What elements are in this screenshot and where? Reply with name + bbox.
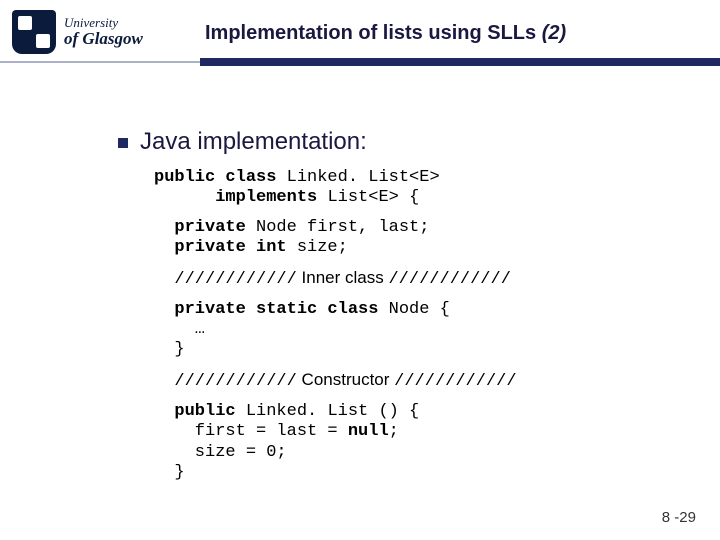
- university-logo: University of Glasgow: [12, 10, 143, 54]
- code-line-7: }: [154, 340, 678, 360]
- code-line-11: }: [154, 463, 678, 483]
- code-section-inner: //////////// Inner class ////////////: [154, 268, 678, 290]
- header-rule: [0, 58, 720, 66]
- crest-icon: [12, 10, 56, 54]
- uni-line-2: of Glasgow: [64, 30, 143, 48]
- title-suffix: (2): [542, 22, 566, 44]
- bullet-icon: [118, 138, 128, 148]
- code-line-4: private int size;: [154, 238, 678, 258]
- page-title: Implementation of lists using SLLs (2): [205, 22, 566, 45]
- code-line-9: first = last = null;: [154, 422, 678, 442]
- title-main: Implementation of lists using SLLs: [205, 22, 542, 44]
- code-section-ctor: //////////// Constructor ////////////: [154, 370, 678, 392]
- slide-header: University of Glasgow Implementation of …: [0, 0, 720, 80]
- code-line-8: public Linked. List () {: [154, 402, 678, 422]
- code-line-6: …: [154, 320, 678, 340]
- code-line-3: private Node first, last;: [154, 218, 678, 238]
- slide-content: Java implementation: public class Linked…: [118, 128, 678, 483]
- code-line-2: implements List<E> {: [154, 188, 678, 208]
- code-line-5: private static class Node {: [154, 300, 678, 320]
- code-line-1: public class Linked. List<E>: [154, 168, 678, 188]
- university-name: University of Glasgow: [64, 16, 143, 47]
- code-block: public class Linked. List<E> implements …: [154, 168, 678, 483]
- uni-line-1: University: [64, 16, 143, 30]
- page-number: 8 -29: [662, 509, 696, 526]
- bullet-item: Java implementation:: [118, 128, 678, 156]
- code-line-10: size = 0;: [154, 443, 678, 463]
- rule-thick: [200, 58, 720, 66]
- bullet-text: Java implementation:: [140, 128, 367, 156]
